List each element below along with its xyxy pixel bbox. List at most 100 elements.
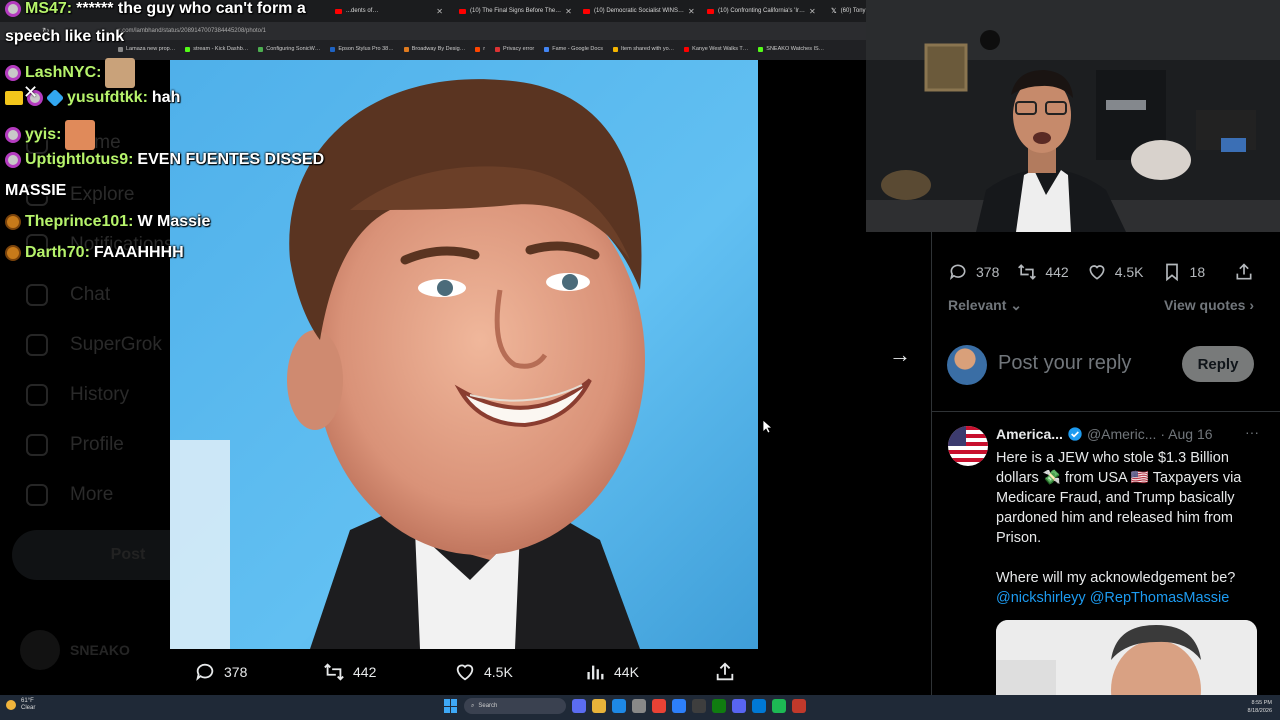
bookmark-favicon-icon bbox=[544, 46, 550, 52]
close-icon[interactable]: ✕ bbox=[23, 82, 38, 103]
chat-message: Theprince101: W Massie bbox=[5, 213, 210, 231]
browser-tab[interactable]: (10) Confronting California's 'Ir… ✕ bbox=[702, 2, 820, 20]
close-icon[interactable]: ✕ bbox=[809, 7, 816, 16]
bookmark-item[interactable]: Kanye West Walks T… bbox=[684, 46, 748, 52]
chat-username[interactable]: LashNYC: bbox=[25, 64, 101, 82]
author-handle[interactable]: @Americ... bbox=[1087, 426, 1156, 442]
app-icon[interactable] bbox=[692, 699, 706, 713]
tweet-reply[interactable]: America... @Americ... · Aug 16 ··· Here … bbox=[932, 412, 1280, 696]
edge-icon[interactable] bbox=[612, 699, 626, 713]
bookmark-favicon-icon bbox=[684, 46, 690, 52]
sidebar-item-more[interactable]: More bbox=[26, 484, 113, 506]
views-action[interactable]: 44K bbox=[584, 656, 639, 688]
author-name[interactable]: America... bbox=[996, 426, 1063, 442]
clock-date: 8/18/2026 bbox=[1247, 708, 1272, 714]
app-icon[interactable] bbox=[752, 699, 766, 713]
reply-icon bbox=[949, 264, 966, 281]
bookmark-item[interactable]: Broadway By Desig… bbox=[403, 46, 465, 52]
green-badge-icon bbox=[5, 127, 21, 143]
view-quotes-link[interactable]: View quotes › bbox=[1164, 297, 1254, 313]
browser-tab[interactable]: (10) Democratic Socialist WINS… ✕ bbox=[578, 2, 696, 20]
chat-message: yyis: bbox=[5, 120, 96, 150]
bookmark-label: Item shared with yo… bbox=[620, 46, 675, 52]
bookmark-item[interactable]: r bbox=[475, 46, 485, 52]
repost-count: 442 bbox=[1045, 264, 1069, 280]
green-badge-icon bbox=[5, 152, 21, 168]
like-action[interactable]: 4.5K bbox=[454, 656, 513, 688]
chevron-right-icon: › bbox=[1245, 297, 1254, 313]
xbox-icon[interactable] bbox=[712, 699, 726, 713]
bookmark-item[interactable]: Item shared with yo… bbox=[612, 46, 675, 52]
search-icon: ⌕ bbox=[471, 702, 475, 709]
close-icon[interactable]: ✕ bbox=[688, 7, 695, 16]
more-icon[interactable]: ··· bbox=[1245, 424, 1259, 440]
sort-dropdown[interactable]: Relevant ⌄ bbox=[948, 297, 1022, 314]
reply-button[interactable]: Reply bbox=[1182, 346, 1254, 382]
media-image bbox=[996, 620, 1257, 696]
taskbar-search[interactable]: ⌕ Search bbox=[464, 698, 566, 714]
close-icon[interactable]: ✕ bbox=[436, 7, 443, 16]
reply-action[interactable]: 378 bbox=[194, 656, 247, 688]
chat-username[interactable]: Theprince101: bbox=[25, 213, 133, 231]
bookmark-favicon-icon bbox=[612, 46, 618, 52]
tweet-media[interactable] bbox=[996, 620, 1257, 696]
windows-start-icon[interactable] bbox=[444, 699, 458, 713]
emote-face-icon bbox=[105, 58, 136, 88]
chrome-icon[interactable] bbox=[652, 699, 666, 713]
discord-icon[interactable] bbox=[732, 699, 746, 713]
file-explorer-icon[interactable] bbox=[592, 699, 606, 713]
sidebar-item-supergrok[interactable]: SuperGrok bbox=[26, 334, 162, 356]
sidebar-item-profile[interactable]: Profile bbox=[26, 434, 124, 456]
app-icon[interactable] bbox=[672, 699, 686, 713]
mention-link[interactable]: @nickshirleyy bbox=[996, 590, 1086, 606]
reply-input[interactable]: Post your reply bbox=[998, 352, 1131, 375]
system-clock[interactable]: 8:55 PM 8/18/2026 bbox=[1248, 699, 1272, 715]
browser-tab[interactable]: (10) The Final Signs Before The… ✕ bbox=[454, 2, 572, 20]
youtube-icon bbox=[459, 8, 466, 14]
app-icon[interactable] bbox=[792, 699, 806, 713]
bookmark-item[interactable]: Privacy error bbox=[495, 46, 534, 52]
reply-action[interactable]: 378 bbox=[948, 262, 999, 282]
cube-badge-icon bbox=[45, 88, 65, 108]
tab-label: (10) The Final Signs Before The… bbox=[470, 8, 562, 14]
search-placeholder: Search bbox=[478, 703, 498, 709]
bookmark-action[interactable]: 18 bbox=[1162, 262, 1206, 282]
tweet-paragraph: Here is a JEW who stole $1.3 Billion dol… bbox=[996, 450, 1242, 546]
bookmark-favicon-icon bbox=[758, 46, 764, 52]
chat-text: hah bbox=[151, 89, 181, 106]
like-action[interactable]: 4.5K bbox=[1087, 262, 1144, 282]
grok-icon bbox=[26, 334, 48, 356]
close-icon[interactable]: ✕ bbox=[565, 7, 572, 16]
repost-count: 442 bbox=[353, 664, 377, 680]
copilot-icon[interactable] bbox=[572, 699, 586, 713]
store-icon[interactable] bbox=[632, 699, 646, 713]
spotify-icon[interactable] bbox=[772, 699, 786, 713]
tweet-paragraph: Where will my acknowledgement be? bbox=[996, 570, 1236, 586]
view-quotes-label: View quotes bbox=[1164, 297, 1246, 313]
chat-message: Uptightlotus9: EVEN FUENTES DISSED bbox=[5, 151, 324, 169]
repost-action[interactable]: 442 bbox=[1017, 262, 1069, 282]
sidebar-item-label: History bbox=[70, 384, 130, 405]
avatar[interactable] bbox=[948, 426, 988, 466]
tweet-date[interactable]: · Aug 16 bbox=[1160, 426, 1212, 442]
next-arrow-icon[interactable]: → bbox=[889, 342, 911, 368]
bookmark-item[interactable]: Fame - Google Docs bbox=[544, 46, 603, 52]
repost-action[interactable]: 442 bbox=[323, 656, 376, 688]
bookmark-item[interactable]: SNEAKO Watches IS… bbox=[758, 46, 824, 52]
emote-hand-icon bbox=[65, 120, 96, 150]
chat-username[interactable]: Uptightlotus9: bbox=[25, 151, 133, 169]
sidebar-item-chat[interactable]: Chat bbox=[26, 284, 110, 306]
chat-username[interactable]: yusufdtkk: bbox=[67, 89, 148, 107]
mention-link[interactable]: @RepThomasMassie bbox=[1090, 590, 1230, 606]
bookmark-count: 18 bbox=[1189, 264, 1206, 280]
chat-username[interactable]: Darth70: bbox=[25, 244, 90, 262]
weather-widget[interactable]: 61°F Clear bbox=[6, 698, 35, 712]
chat-username[interactable]: yyis: bbox=[25, 126, 61, 144]
sidebar-item-history[interactable]: History bbox=[26, 384, 129, 406]
chat-username[interactable]: MS47: bbox=[25, 0, 72, 18]
bookmark-label: r bbox=[483, 46, 486, 52]
chat-message: MS47: ****** the guy who can't form a bbox=[5, 0, 306, 18]
account-switcher[interactable]: SNEAKO bbox=[20, 630, 130, 670]
share-action[interactable] bbox=[714, 656, 736, 688]
share-icon[interactable] bbox=[1234, 262, 1254, 282]
